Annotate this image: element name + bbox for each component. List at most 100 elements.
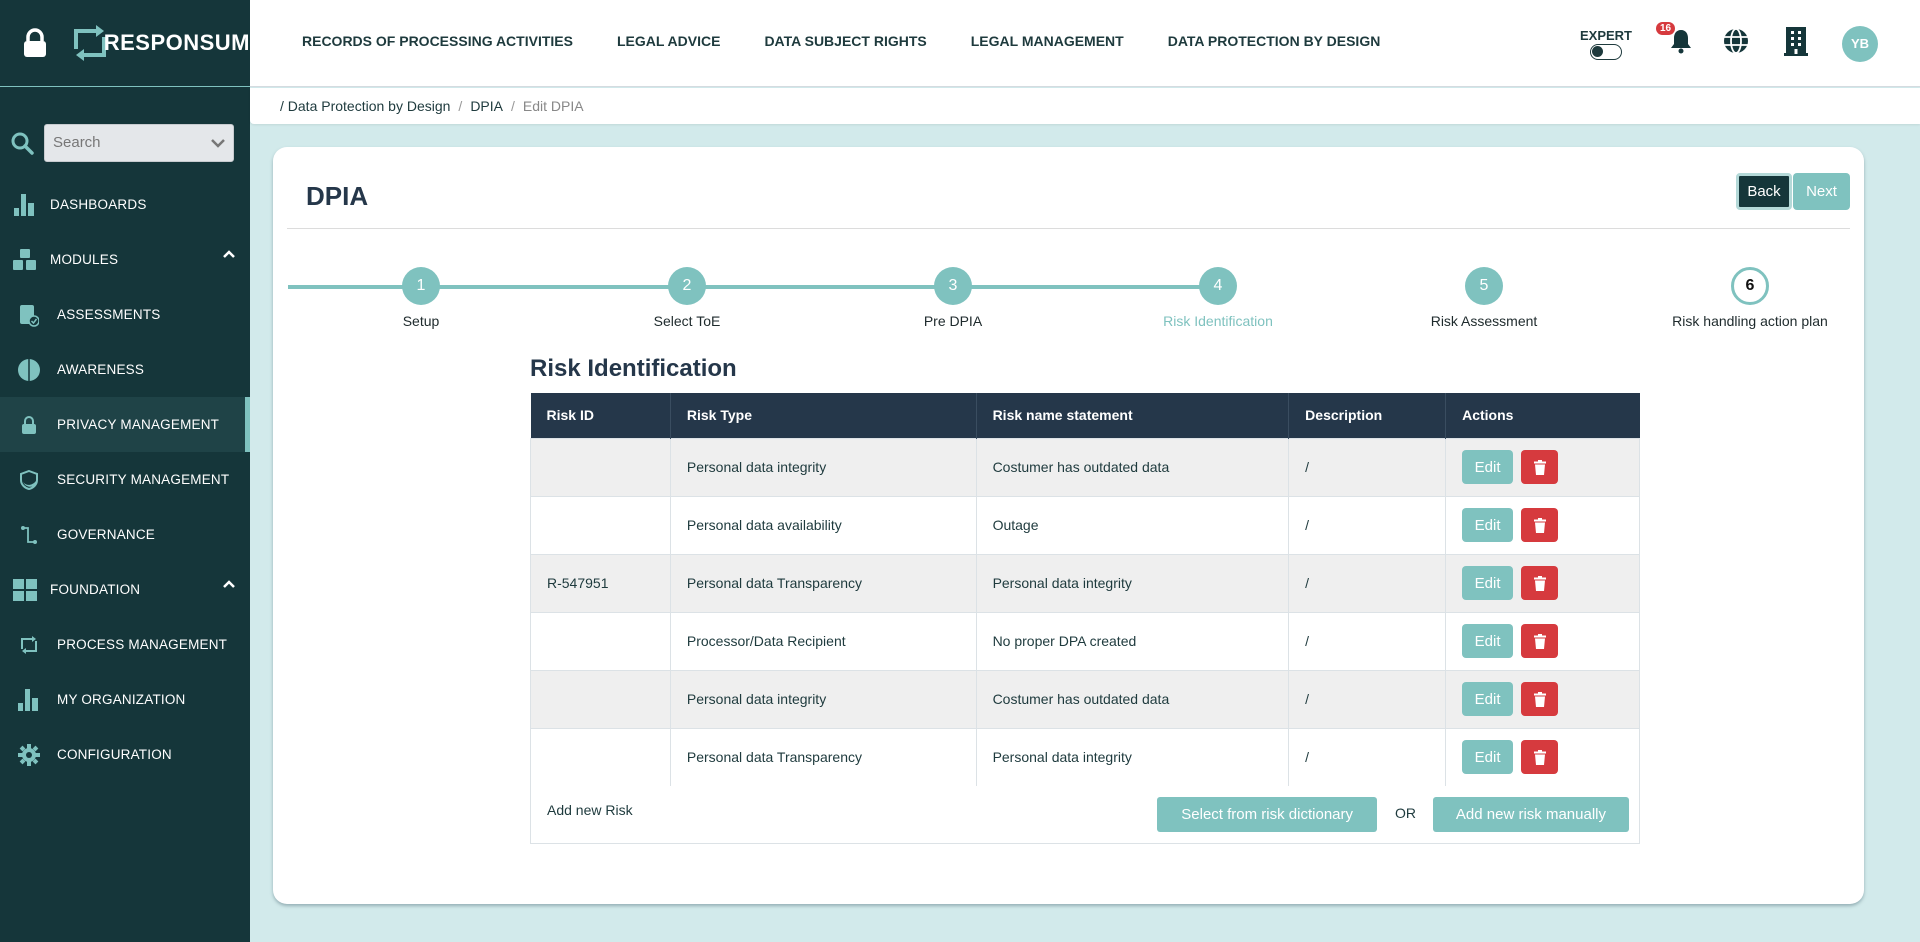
step-number: 2 [668, 267, 706, 305]
topnav-data-subject-rights[interactable]: DATA SUBJECT RIGHTS [764, 33, 926, 49]
delete-button[interactable] [1521, 740, 1559, 774]
step-risk-assessment[interactable]: 5 Risk Assessment [1384, 267, 1584, 329]
notification-badge: 16 [1656, 22, 1676, 35]
lock-icon [21, 415, 36, 434]
sidebar-item-awareness[interactable]: AWARENESS [0, 342, 250, 397]
column-header-description: Description [1288, 393, 1447, 438]
add-risk-row: Add new Risk Select from risk dictionary… [530, 786, 1640, 844]
delete-button[interactable] [1521, 624, 1559, 658]
chevron-up-icon[interactable] [223, 250, 235, 258]
sidebar-item-dashboards[interactable]: DASHBOARDS [0, 177, 250, 232]
step-select-toe[interactable]: 2 Select ToE [587, 267, 787, 329]
cell-risk-id [530, 669, 671, 729]
notifications-button[interactable]: 16 [1656, 22, 1692, 59]
edit-button[interactable]: Edit [1462, 740, 1514, 774]
step-number: 4 [1199, 267, 1237, 305]
edit-button[interactable]: Edit [1462, 682, 1514, 716]
avatar[interactable]: YB [1842, 25, 1878, 62]
step-risk-handling-action-plan[interactable]: 6 Risk handling action plan [1650, 267, 1850, 329]
trash-icon [1533, 633, 1546, 649]
sidebar-item-assessments[interactable]: ASSESSMENTS [0, 287, 250, 342]
row-actions: Edit [1462, 508, 1623, 542]
organization-button[interactable] [1784, 26, 1808, 61]
cell-risk-id [530, 437, 671, 497]
step-number: 5 [1465, 267, 1503, 305]
table-row: R-547951 Personal data Transparency Person… [530, 553, 1640, 613]
delete-button[interactable] [1521, 682, 1559, 716]
lock-sidebar-button[interactable] [0, 28, 70, 58]
sidebar-brand: RESPONSUM [0, 0, 250, 87]
cell-actions: Edit [1445, 437, 1640, 497]
sidebar-item-label: MODULES [50, 252, 119, 267]
row-actions: Edit [1462, 624, 1623, 658]
topnav-legal-advice[interactable]: LEGAL ADVICE [617, 33, 720, 49]
column-header-risk-type: Risk Type [670, 393, 977, 438]
sidebar-item-privacy-management[interactable]: PRIVACY MANAGEMENT [0, 397, 250, 452]
sidebar-item-governance[interactable]: GOVERNANCE [0, 507, 250, 562]
lock-icon [23, 28, 46, 57]
trash-icon [1533, 517, 1546, 533]
step-pre-dpia[interactable]: 3 Pre DPIA [853, 267, 1053, 329]
step-risk-identification[interactable]: 4 Risk Identification [1118, 267, 1318, 329]
page-title: DPIA [306, 181, 369, 211]
step-number: 6 [1731, 267, 1769, 305]
brain-icon [17, 358, 40, 381]
back-button[interactable]: Back [1736, 173, 1792, 210]
edit-button[interactable]: Edit [1462, 566, 1514, 600]
step-label: Select ToE [653, 313, 721, 329]
sidebar-item-foundation[interactable]: FOUNDATION [0, 562, 250, 617]
breadcrumb-dpia[interactable]: DPIA [470, 98, 503, 114]
sidebar: RESPONSUM Search DASHBOARDS MODULES ASSE… [0, 0, 250, 942]
sidebar-item-label: PRIVACY MANAGEMENT [57, 417, 220, 432]
sidebar-item-modules[interactable]: MODULES [0, 232, 250, 287]
gear-icon [17, 743, 40, 766]
step-label: Risk Identification [1163, 313, 1273, 329]
cell-risk-type: Personal data Transparency [669, 553, 977, 613]
add-new-risk-label: Add new Risk [547, 802, 633, 818]
sidebar-menu: DASHBOARDS MODULES ASSESSMENTS AWARENESS… [0, 177, 250, 782]
next-button[interactable]: Next [1793, 173, 1850, 210]
language-button[interactable] [1722, 27, 1750, 60]
sidebar-item-my-organization[interactable]: MY ORGANIZATION [0, 672, 250, 727]
delete-button[interactable] [1521, 508, 1559, 542]
edit-button[interactable]: Edit [1462, 624, 1514, 658]
trash-icon [1533, 575, 1546, 591]
delete-button[interactable] [1521, 566, 1559, 600]
delete-button[interactable] [1521, 450, 1559, 484]
cell-risk-id [530, 611, 671, 671]
topnav-data-protection-by-design[interactable]: DATA PROTECTION BY DESIGN [1168, 33, 1381, 49]
column-header-risk-id: Risk ID [530, 393, 671, 438]
cell-risk-name-statement: No proper DPA created [975, 611, 1290, 671]
table-row: Personal data integrity Costumer has outd… [530, 669, 1640, 729]
cell-risk-type: Personal data integrity [669, 669, 977, 729]
edit-button[interactable]: Edit [1462, 450, 1514, 484]
sidebar-item-label: ASSESSMENTS [57, 307, 161, 322]
add-new-risk-manually-button[interactable]: Add new risk manually [1432, 797, 1629, 832]
sidebar-item-process-management[interactable]: PROCESS MANAGEMENT [0, 617, 250, 672]
dpia-card: DPIA Back Next 1 Setup 2 Select ToE 3 Pr… [273, 147, 1864, 904]
cell-description: / [1288, 727, 1447, 787]
cubes-icon [13, 248, 36, 270]
flow-icon [20, 525, 37, 544]
expert-toggle[interactable] [1589, 43, 1622, 60]
cell-description: / [1288, 437, 1447, 497]
expert-toggle-group: EXPERT [1580, 28, 1632, 60]
table-row: Personal data Transparency Personal data … [530, 727, 1640, 787]
topnav-legal-management[interactable]: LEGAL MANAGEMENT [971, 33, 1124, 49]
cell-actions: Edit [1445, 553, 1640, 613]
sidebar-item-label: SECURITY MANAGEMENT [57, 472, 230, 487]
step-setup[interactable]: 1 Setup [321, 267, 521, 329]
edit-button[interactable]: Edit [1462, 508, 1514, 542]
sidebar-item-security-management[interactable]: SECURITY MANAGEMENT [0, 452, 250, 507]
sidebar-item-label: GOVERNANCE [57, 527, 156, 542]
logo[interactable]: RESPONSUM [70, 23, 250, 63]
stepper: 1 Setup 2 Select ToE 3 Pre DPIA 4 Risk I… [288, 267, 1828, 329]
topnav-ropa[interactable]: RECORDS OF PROCESSING ACTIVITIES [302, 33, 573, 49]
shield-icon [19, 469, 38, 490]
search-input[interactable]: Search [44, 123, 234, 162]
cell-actions: Edit [1445, 669, 1640, 729]
chevron-up-icon[interactable] [223, 580, 235, 588]
breadcrumb-data-protection-by-design[interactable]: / Data Protection by Design [280, 98, 450, 114]
sidebar-item-configuration[interactable]: CONFIGURATION [0, 727, 250, 782]
select-from-risk-dictionary-button[interactable]: Select from risk dictionary [1157, 797, 1377, 832]
